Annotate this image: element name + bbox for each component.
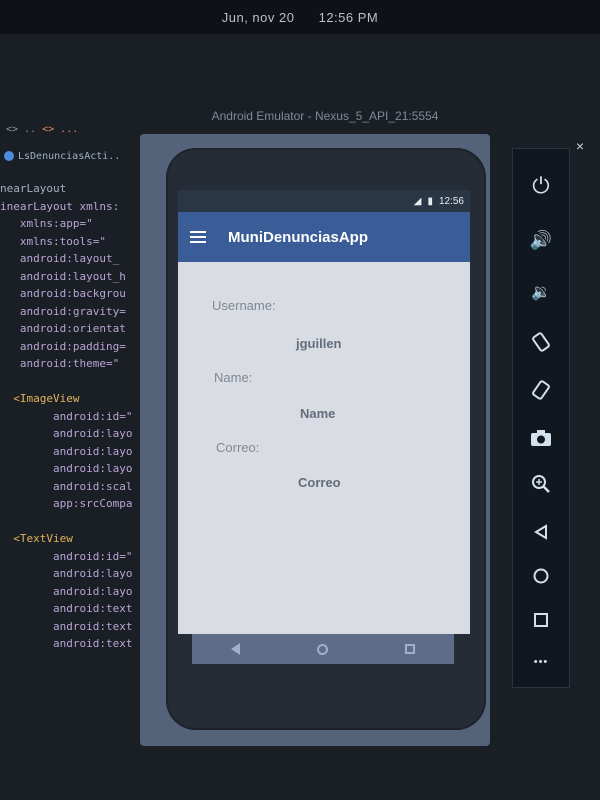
signal-icon: ◢ (413, 195, 422, 207)
status-time: 12:56 (438, 195, 464, 207)
emu-home-icon[interactable] (527, 562, 555, 590)
os-time: 12:56 PM (318, 9, 379, 25)
back-button[interactable] (221, 638, 251, 660)
java-file-icon (4, 151, 14, 161)
android-status-bar: ◢ ▮ 12:56 (178, 190, 470, 212)
battery-icon: ▮ (427, 195, 433, 207)
app-toolbar: MuniDenunciasApp (178, 212, 470, 262)
ide-tab-2[interactable]: <> ... (42, 124, 78, 135)
name-label: Name: (214, 370, 253, 385)
home-button[interactable] (308, 638, 338, 660)
ide-file-name: LsDenunciasActi.. (18, 150, 121, 162)
emu-overview-icon[interactable] (527, 606, 555, 634)
username-label: Username: (212, 298, 276, 313)
volume-down-icon[interactable]: 🔉 (527, 278, 555, 306)
zoom-icon[interactable] (527, 470, 555, 498)
app-title: MuniDenunciasApp (228, 228, 369, 246)
rotate-left-icon[interactable] (527, 328, 555, 356)
os-topbar: Jun, nov 20 12:56 PM (0, 0, 600, 34)
android-nav-bar (192, 634, 454, 664)
profile-content: Username: jguillen Name: Name Correo: Co… (178, 262, 470, 634)
home-icon (317, 643, 329, 655)
os-clock[interactable]: Jun, nov 20 12:56 PM (212, 10, 389, 25)
rotate-right-icon[interactable] (527, 376, 555, 404)
username-value: jguillen (296, 336, 342, 351)
emulator-window-title: Android Emulator - Nexus_5_API_21:5554 (211, 109, 439, 123)
volume-up-icon[interactable]: 🔊 (527, 226, 555, 254)
close-icon[interactable]: × (572, 138, 588, 154)
ide-tab-1[interactable]: <> .. (6, 124, 36, 135)
os-date: Jun, nov 20 (221, 9, 295, 25)
back-icon (231, 643, 241, 655)
menu-icon[interactable] (190, 231, 206, 243)
recents-button[interactable] (395, 638, 425, 660)
camera-icon[interactable] (527, 424, 555, 452)
recents-icon (405, 644, 416, 654)
name-value: Name (300, 406, 336, 421)
emu-back-icon[interactable] (527, 518, 555, 546)
power-icon[interactable]: ⏻ (527, 172, 555, 200)
correo-label: Correo: (216, 440, 260, 455)
more-icon[interactable]: ••• (527, 648, 555, 676)
correo-value: Correo (298, 475, 341, 490)
